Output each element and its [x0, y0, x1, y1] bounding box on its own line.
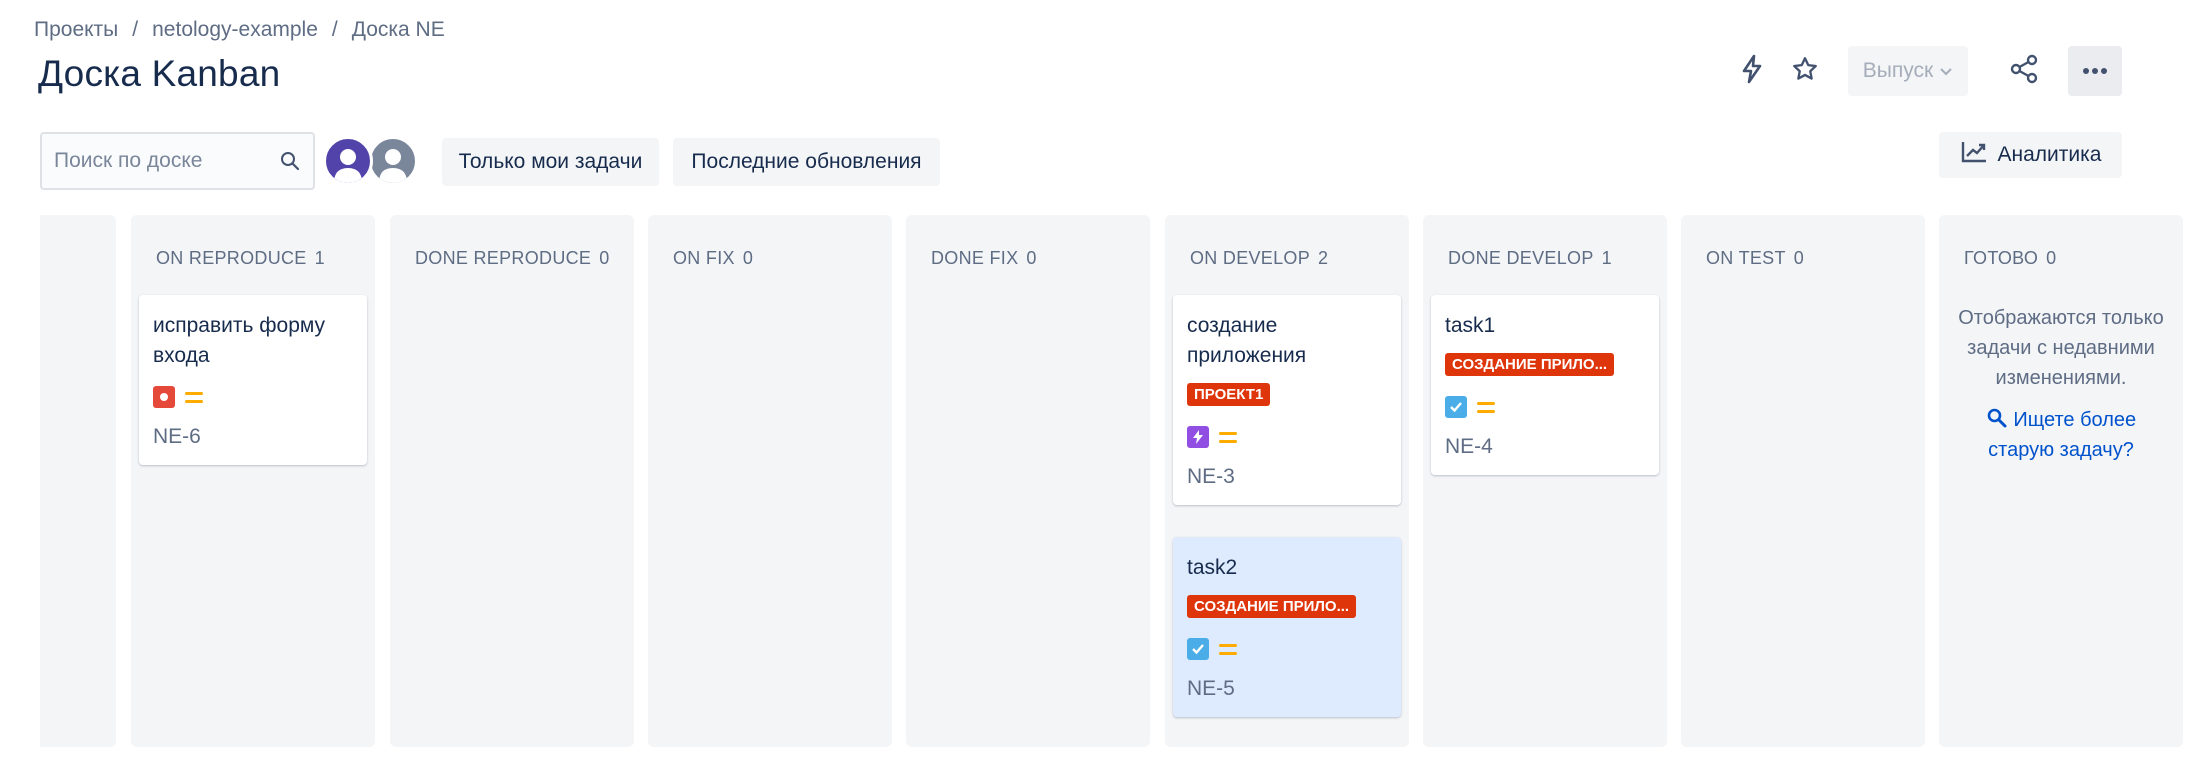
trend-chart-icon	[1960, 140, 1988, 170]
column-on-reproduce[interactable]: ON REPRODUCE 1 исправить форму входа NE-6	[131, 215, 375, 747]
issue-card-ne-6[interactable]: исправить форму входа NE-6	[139, 295, 367, 465]
issue-card-ne-4[interactable]: task1 СОЗДАНИЕ ПРИЛО... NE-4	[1431, 295, 1659, 475]
find-older-issue-link[interactable]: Ищете более старую задачу?	[1951, 405, 2171, 465]
epic-tag: СОЗДАНИЕ ПРИЛО...	[1445, 353, 1615, 376]
epic-tag: ПРОЕКТ1	[1187, 383, 1271, 406]
bug-icon	[153, 386, 175, 408]
release-dropdown[interactable]: Выпуск	[1848, 46, 1968, 96]
epic-lightning-icon	[1187, 426, 1209, 448]
automation-button[interactable]	[1730, 46, 1774, 96]
search-input[interactable]	[54, 149, 264, 173]
column-header: ON TEST 0	[1706, 248, 1805, 268]
issue-key: NE-3	[1187, 465, 1235, 488]
more-button[interactable]	[2068, 46, 2122, 96]
column-header: ON REPRODUCE 1	[156, 248, 325, 268]
breadcrumb-separator: /	[331, 18, 338, 41]
issue-key: NE-5	[1187, 677, 1235, 700]
column-partial	[40, 215, 116, 747]
filter-my-issues-button[interactable]: Только мои задачи	[442, 138, 659, 186]
column-done-develop[interactable]: DONE DEVELOP 1 task1 СОЗДАНИЕ ПРИЛО... NE…	[1423, 215, 1667, 747]
card-title: task2	[1187, 556, 1238, 579]
breadcrumb-board[interactable]: Доска NE	[352, 18, 445, 42]
search-icon	[279, 150, 301, 172]
column-header: ON DEVELOP 2	[1190, 248, 1329, 268]
breadcrumb-projects[interactable]: Проекты	[34, 18, 118, 42]
recent-only-note: Отображаются только задачи с недавними и…	[1958, 307, 2164, 389]
issue-key: NE-4	[1445, 435, 1493, 458]
board-search[interactable]	[40, 132, 315, 190]
column-on-fix[interactable]: ON FIX 0	[648, 215, 892, 747]
column-on-develop[interactable]: ON DEVELOP 2 создание приложения ПРОЕКТ1 …	[1165, 215, 1409, 747]
more-icon	[2082, 62, 2108, 80]
priority-medium-icon	[1219, 431, 1237, 443]
card-title: task1	[1445, 314, 1496, 337]
share-button[interactable]	[2002, 46, 2046, 96]
column-done-fix[interactable]: DONE FIX 0	[906, 215, 1150, 747]
column-header: DONE DEVELOP 1	[1448, 248, 1612, 268]
priority-medium-icon	[185, 391, 203, 403]
user-icon	[334, 149, 362, 183]
release-label: Выпуск	[1862, 59, 1934, 82]
task-checkbox-icon	[1445, 396, 1467, 418]
filter-recent-updates-button[interactable]: Последние обновления	[673, 138, 940, 186]
breadcrumb-separator: /	[132, 18, 139, 41]
epic-tag: СОЗДАНИЕ ПРИЛО...	[1187, 595, 1357, 618]
issue-card-ne-5[interactable]: task2 СОЗДАНИЕ ПРИЛО... NE-5	[1173, 537, 1401, 717]
column-header: ON FIX 0	[673, 248, 754, 268]
page-title: Доска Kanban	[38, 53, 281, 94]
avatar[interactable]	[323, 136, 373, 186]
star-button[interactable]	[1783, 46, 1827, 96]
column-done-reproduce[interactable]: DONE REPRODUCE 0	[390, 215, 634, 747]
breadcrumb: Проекты / netology-example / Доска NE	[34, 18, 445, 42]
issue-key: NE-6	[153, 425, 201, 448]
breadcrumb-project[interactable]: netology-example	[152, 18, 318, 42]
analytics-button[interactable]: Аналитика	[1939, 132, 2122, 178]
column-done[interactable]: ГОТОВО 0 Отображаются только задачи с нед…	[1939, 215, 2183, 747]
issue-card-ne-3[interactable]: создание приложения ПРОЕКТ1 NE-3	[1173, 295, 1401, 505]
kanban-board: ON REPRODUCE 1 исправить форму входа NE-6…	[0, 215, 2203, 747]
analytics-label: Аналитика	[1997, 143, 2102, 166]
magnifier-icon	[1986, 408, 2008, 431]
column-header: DONE REPRODUCE 0	[415, 248, 610, 268]
star-icon	[1791, 55, 1819, 88]
card-title: исправить форму входа	[153, 314, 326, 367]
column-on-test[interactable]: ON TEST 0	[1681, 215, 1925, 747]
card-title: создание приложения	[1187, 314, 1307, 367]
column-header: ГОТОВО 0	[1964, 248, 2057, 268]
priority-medium-icon	[1477, 401, 1495, 413]
find-older-issue-label: Ищете более старую задачу?	[1988, 409, 2137, 461]
task-checkbox-icon	[1187, 638, 1209, 660]
priority-medium-icon	[1219, 643, 1237, 655]
share-icon	[2009, 54, 2039, 89]
chevron-down-icon	[1939, 59, 1953, 83]
avatar[interactable]	[368, 136, 418, 186]
column-header: DONE FIX 0	[931, 248, 1037, 268]
lightning-icon	[1739, 54, 1765, 89]
user-icon	[379, 149, 407, 183]
